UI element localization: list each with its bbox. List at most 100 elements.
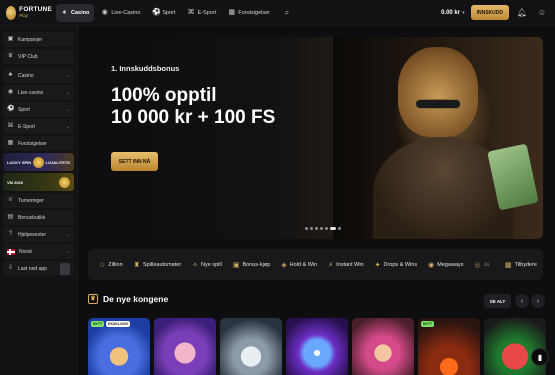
sidebar-item-esport[interactable]: ⌘ E-Sport ⌄ (3, 119, 74, 134)
sidebar-item-label: Turneringer (18, 197, 44, 204)
slot-icon: ♜ (133, 261, 140, 269)
chevron-right-icon[interactable]: › (531, 294, 545, 308)
nav-label: E-Sport (197, 9, 217, 16)
sidebar-item-help[interactable]: ? Hjelpesenter ⌄ (3, 227, 74, 242)
games-row: NYTT EKSKLUSIV NYTT (88, 318, 546, 375)
search-icon[interactable]: ⌕ (279, 5, 295, 21)
sidebar-item-predictions[interactable]: ▦ Forutsigelser (3, 136, 74, 151)
category-megaways[interactable]: ◉ Megaways (428, 261, 463, 269)
sidebar-item-label: Norsk (19, 248, 33, 255)
sidebar-item-label: Forutsigelser (18, 140, 47, 147)
badge-row: NYTT EKSKLUSIV (91, 321, 131, 327)
hero-artwork (333, 37, 543, 239)
category-label: Instant Win (336, 261, 364, 268)
providers-icon: ▦ (504, 261, 512, 269)
hero-title-line2: 10 000 kr + 100 FS (111, 107, 276, 128)
nav-sport[interactable]: ⚽ Sport (147, 4, 180, 22)
balance[interactable]: 0.00 kr ▾ (441, 10, 465, 16)
category-new-games[interactable]: ✧ Nye spill (192, 261, 222, 269)
sidebar-item-download-app[interactable]: ⇩ Last ned app (3, 261, 74, 276)
nav-label: Live-Casino (111, 9, 141, 16)
logo-mark-icon (6, 5, 17, 20)
sidebar: ▣ Kampanjer ♛ VIP Club ♣ Casino ⌄ ◉ Live… (0, 26, 78, 375)
esport-icon: ⌘ (187, 9, 195, 16)
category-instant-win[interactable]: ⚡︎ Instant Win (328, 261, 363, 269)
flag-icon (7, 248, 15, 255)
section-header: ♛ De nye kongene (88, 294, 168, 304)
carousel-dot-active[interactable] (330, 227, 336, 230)
category-label: Spilleautomater (142, 261, 182, 268)
bell-icon[interactable]: 🔔︎ (515, 6, 529, 20)
sidebar-item-live-casino[interactable]: ◉ Live-casino ⌄ (3, 85, 74, 100)
carousel-dot[interactable] (320, 227, 323, 230)
sidebar-item-label: Bonusbutikk (18, 214, 46, 221)
carousel-dot[interactable] (305, 227, 308, 230)
sidebar-item-casino[interactable]: ♣ Casino ⌄ (3, 68, 74, 83)
deposit-now-button[interactable]: SETT INN NÅ (111, 152, 158, 171)
sidebar-item-vip[interactable]: ♛ VIP Club (3, 49, 74, 64)
star-icon: ☆ (99, 261, 106, 269)
sunglasses-art (415, 99, 461, 109)
category-bonus-buy[interactable]: ▣ Bonus-kjøp (233, 261, 270, 269)
promo-lucky-spin[interactable]: LUCKY SPIN LOJALITETS (3, 153, 74, 171)
bonus-icon: ▣ (232, 261, 240, 269)
see-all-button[interactable]: SE ALT (484, 294, 511, 308)
user-icon[interactable]: ☺ (535, 6, 549, 20)
carousel-dots (305, 227, 341, 230)
chevron-down-icon: ▾ (462, 9, 465, 16)
nav-casino[interactable]: ♠ Casino (56, 3, 95, 22)
badge-row: NYTT (421, 321, 435, 327)
nav-label: Forutsigelser (238, 9, 270, 16)
new-icon: ✧ (192, 261, 199, 269)
category-slots[interactable]: ♜ Spilleautomater (134, 261, 182, 269)
new-badge: NYTT (91, 321, 105, 327)
gamepad-icon: ⌘ (7, 123, 14, 129)
category-drops-wins[interactable]: ✦ Drops & Wins (375, 261, 418, 269)
game-card[interactable] (484, 318, 546, 375)
top-bar: FORTUNE Play ♠ Casino ◉ Live-Casino ⚽ Sp… (0, 0, 555, 26)
sidebar-item-sport[interactable]: ⚽ Sport ⌄ (3, 102, 74, 117)
category-label: Tilbydere (514, 261, 537, 268)
hero-title-line1: 100% opptil (111, 85, 217, 106)
category-hold-win[interactable]: ◈ Hold & Win (281, 261, 317, 269)
balance-value: 0.00 kr (441, 9, 461, 16)
lion-head-art (398, 47, 478, 137)
game-card[interactable] (352, 318, 414, 375)
chevron-left-icon[interactable]: ‹ (515, 294, 529, 308)
carousel-dot[interactable] (315, 227, 318, 230)
nav-predictions[interactable]: ▦ Forutsigelser (223, 4, 275, 22)
game-card[interactable]: NYTT (418, 318, 480, 375)
sidebar-item-turneringer[interactable]: ♕ Turneringer (3, 193, 74, 208)
megaways-icon: ◉ (428, 261, 435, 269)
carousel-dot[interactable] (325, 227, 328, 230)
deposit-button[interactable]: INNSKUDD (470, 5, 509, 20)
live-casino-icon: ◉ (101, 9, 108, 16)
hero-banner[interactable]: 1. Innskuddsbonus 100% opptil 10 000 kr … (88, 37, 543, 239)
game-card[interactable] (220, 318, 282, 375)
nav-esport[interactable]: ⌘ E-Sport (183, 4, 222, 22)
category-providers[interactable]: ▦ Tilbydere (500, 249, 537, 280)
chevron-down-icon: ⌄ (65, 72, 70, 79)
category-zillion[interactable]: ☆ Zillion (99, 261, 123, 269)
game-card[interactable]: NYTT EKSKLUSIV (88, 318, 150, 375)
shop-icon: ▤ (7, 214, 14, 220)
chevron-down-icon: ⌄ (65, 123, 70, 130)
sidebar-item-label: Casino (18, 72, 34, 79)
chat-icon[interactable]: ▮ (531, 348, 549, 366)
crown-icon: ♛ (88, 294, 98, 304)
promo-label: VM 2026 (7, 179, 24, 185)
logo[interactable]: FORTUNE Play (0, 0, 52, 26)
sidebar-item-language[interactable]: Norsk ⌄ (3, 244, 74, 259)
carousel-dot[interactable] (310, 227, 313, 230)
carousel-dot[interactable] (338, 227, 341, 230)
game-card[interactable] (154, 318, 216, 375)
main-nav: ♠ Casino ◉ Live-Casino ⚽ Sport ⌘ E-Sport… (56, 3, 295, 22)
nav-live-casino[interactable]: ◉ Live-Casino (96, 4, 145, 22)
promo-vm-2026[interactable]: VM 2026 (3, 173, 74, 191)
category-label: Zillion (108, 261, 123, 268)
sidebar-item-bonusbutikk[interactable]: ▤ Bonusbutikk (3, 210, 74, 225)
game-card[interactable] (286, 318, 348, 375)
sidebar-item-label: Kampanjer (18, 36, 43, 43)
sidebar-item-kampanjer[interactable]: ▣ Kampanjer (3, 32, 74, 47)
cards-icon: ♣ (8, 72, 13, 78)
